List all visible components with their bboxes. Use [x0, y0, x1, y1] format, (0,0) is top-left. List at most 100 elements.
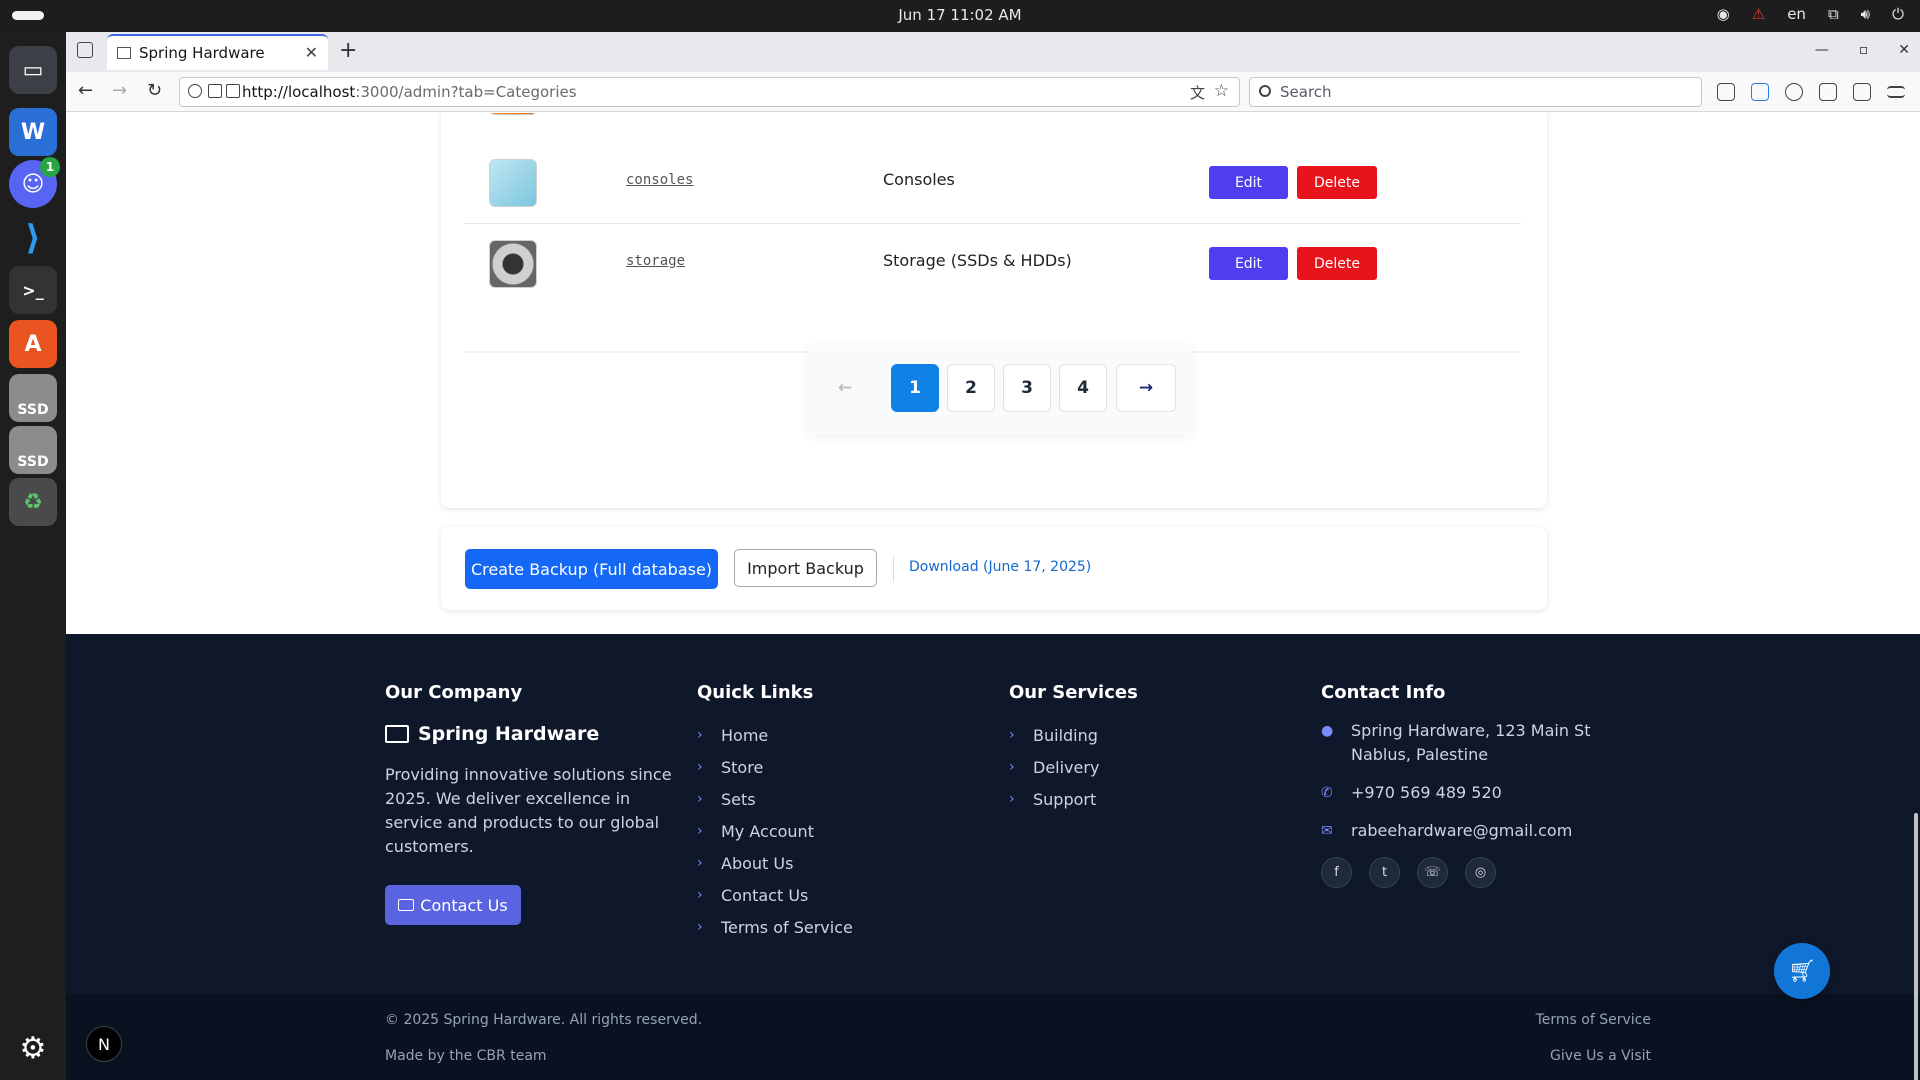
nextjs-dev-badge[interactable]: N [86, 1026, 122, 1062]
company-description: Providing innovative solutions since 202… [385, 765, 672, 856]
extension-addon-icon[interactable] [1853, 83, 1871, 101]
language-indicator[interactable]: en [1787, 5, 1806, 23]
shield-icon[interactable] [188, 84, 202, 98]
clock[interactable]: Jun 17 11:02 AM [0, 6, 1920, 24]
menu-icon[interactable] [1887, 86, 1905, 98]
footer-link-my-account[interactable]: › My Account [697, 815, 853, 847]
page-button-2[interactable]: 2 [947, 364, 995, 412]
edit-button[interactable]: Edit [1209, 247, 1288, 280]
translate-icon[interactable]: 文 [1190, 82, 1205, 103]
delete-button[interactable]: Delete [1297, 166, 1377, 199]
search-input[interactable]: Search [1249, 77, 1702, 107]
prev-page-button[interactable]: ← [821, 364, 869, 412]
page-button-3[interactable]: 3 [1003, 364, 1051, 412]
reload-icon[interactable]: ↻ [147, 80, 162, 101]
trash-icon[interactable]: ♻ [9, 478, 57, 526]
forward-icon[interactable]: → [112, 80, 127, 101]
page-button-4[interactable]: 4 [1059, 364, 1107, 412]
files-app-icon[interactable]: ▭ [9, 46, 57, 94]
sub-footer: © 2025 Spring Hardware. All rights reser… [66, 994, 1920, 1080]
edit-button[interactable]: Edit [1209, 166, 1288, 199]
close-tab-icon[interactable]: ✕ [305, 43, 318, 62]
contact-address: ● Spring Hardware, 123 Main St Nablus, P… [1321, 721, 1591, 764]
chevron-right-icon: › [697, 791, 703, 807]
twitter-icon[interactable]: t [1369, 857, 1400, 888]
instagram-icon[interactable]: ◎ [1465, 857, 1496, 888]
made-by-text: Made by the CBR team [385, 1048, 547, 1064]
system-tray: ◉ ⚠ en ⧉ 🔊︎ ⏻ [1717, 5, 1904, 23]
vscode-app-icon[interactable]: ⟩ [9, 214, 57, 262]
terminal-app-icon[interactable]: >_ [9, 266, 57, 314]
category-slug[interactable]: consoles [626, 172, 693, 188]
facebook-icon[interactable]: f [1321, 857, 1352, 888]
downloads-icon[interactable] [1751, 83, 1769, 101]
network-icon[interactable]: ⧉ [1828, 5, 1839, 23]
windsurf-app-icon[interactable]: W [9, 108, 57, 156]
account-icon[interactable] [1785, 83, 1803, 101]
search-icon [1259, 85, 1271, 97]
volume-icon[interactable]: 🔊︎ [1861, 5, 1870, 23]
url-bar[interactable]: http://localhost :3000/admin?tab=Categor… [179, 77, 1240, 107]
navigation-toolbar: ← → ↻ http://localhost :3000/admin?tab=C… [66, 72, 1920, 112]
ssd-drive-icon-2[interactable]: SSD [9, 426, 57, 474]
whatsapp-icon[interactable]: ☏ [1417, 857, 1448, 888]
contact-phone[interactable]: ✆ +970 569 489 520 [1321, 781, 1590, 805]
footer-company: Our Company Spring Hardware Providing in… [385, 682, 675, 925]
download-backup-link[interactable]: Download (June 17, 2025) [909, 559, 1091, 575]
footer-link-about-us[interactable]: › About Us [697, 847, 853, 879]
contact-us-button[interactable]: Contact Us [385, 885, 521, 925]
page-info-icon[interactable] [208, 84, 222, 98]
browser-tab[interactable]: Spring Hardware ✕ [107, 34, 328, 70]
ssd-drive-icon[interactable]: SSD [9, 374, 57, 422]
close-window-icon[interactable]: ✕ [1898, 42, 1910, 58]
cart-icon[interactable]: 🛒︎ [1774, 943, 1830, 999]
visit-link[interactable]: Give Us a Visit [1550, 1048, 1651, 1064]
page-button-1[interactable]: 1 [891, 364, 939, 412]
back-icon[interactable]: ← [78, 80, 93, 101]
discord-tray-icon[interactable]: ◉ [1717, 5, 1730, 23]
service-link-building[interactable]: › Building [1009, 719, 1138, 751]
footer-link-contact-us[interactable]: › Contact Us [697, 879, 853, 911]
chevron-right-icon: › [697, 855, 703, 871]
category-image [489, 240, 537, 288]
window-controls: — ▫ ✕ [1815, 42, 1910, 58]
extensions-icon[interactable] [1819, 83, 1837, 101]
page-content: consoles Consoles Edit Delete storage St… [66, 113, 1920, 1080]
service-link-delivery[interactable]: › Delivery [1009, 751, 1138, 783]
location-pin-icon: ● [1321, 723, 1334, 739]
list-tabs-icon[interactable] [77, 42, 93, 58]
footer-link-store[interactable]: › Store [697, 751, 853, 783]
dock: ▭ W ☺ 1 ⟩ >_ A SSD SSD ♻ ⚙ [0, 32, 66, 1080]
bookmark-star-icon[interactable]: ☆ [1214, 81, 1229, 101]
create-backup-button[interactable]: Create Backup (Full database) [465, 549, 718, 589]
maximize-icon[interactable]: ▫ [1859, 42, 1869, 58]
contact-email[interactable]: ✉ rabeehardware@gmail.com [1321, 819, 1590, 843]
category-slug[interactable]: storage [626, 253, 685, 269]
pocket-icon[interactable] [1717, 83, 1735, 101]
permissions-icon[interactable] [226, 84, 240, 98]
import-backup-button[interactable]: Import Backup [734, 549, 877, 587]
search-placeholder: Search [1280, 83, 1332, 101]
minimize-icon[interactable]: — [1815, 42, 1829, 58]
power-icon[interactable]: ⏻ [1892, 5, 1904, 23]
footer-link-sets[interactable]: › Sets [697, 783, 853, 815]
url-host: http://localhost [242, 83, 356, 101]
terms-link[interactable]: Terms of Service [1536, 1012, 1651, 1028]
scrollbar-thumb[interactable] [1914, 813, 1918, 1080]
footer-link-home[interactable]: › Home [697, 719, 853, 751]
show-apps-icon[interactable]: ⚙ [9, 1024, 57, 1072]
category-name: Storage (SSDs & HDDs) [883, 251, 1072, 270]
tab-strip: Spring Hardware ✕ + — ▫ ✕ [66, 32, 1920, 72]
next-page-button[interactable]: → [1116, 364, 1176, 412]
chevron-right-icon: › [1009, 791, 1015, 807]
chevron-right-icon: › [697, 727, 703, 743]
service-link-support[interactable]: › Support [1009, 783, 1138, 815]
delete-button[interactable]: Delete [1297, 247, 1377, 280]
footer-link-terms[interactable]: › Terms of Service [697, 911, 853, 943]
app-center-icon[interactable]: A [9, 320, 57, 368]
discord-app-icon[interactable]: ☺ 1 [9, 157, 60, 208]
warning-icon[interactable]: ⚠ [1752, 5, 1765, 23]
browser-window: Spring Hardware ✕ + — ▫ ✕ ← → ↻ http://l… [66, 32, 1920, 1080]
url-path: :3000/admin?tab=Categories [355, 83, 577, 101]
new-tab-icon[interactable]: + [339, 38, 357, 63]
